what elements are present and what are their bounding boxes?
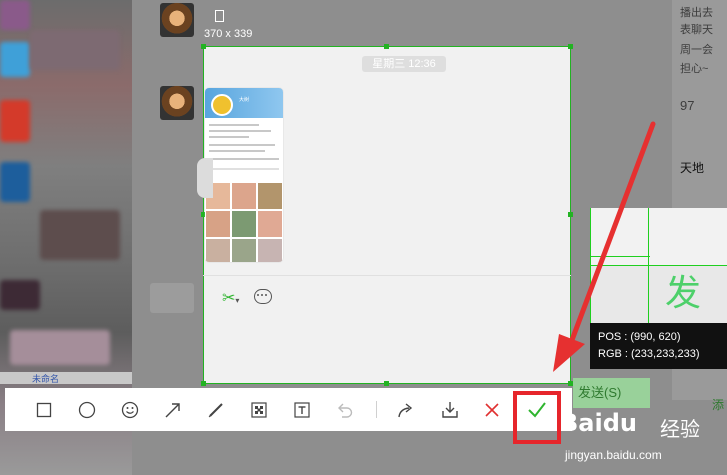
emoji-tool[interactable]	[114, 388, 146, 431]
text-tool[interactable]	[286, 388, 318, 431]
right-text-3: 周一会	[680, 44, 713, 56]
photo-thumb	[232, 183, 256, 209]
photo-thumb	[258, 183, 282, 209]
screenshot-toolbar	[5, 388, 572, 431]
text-icon	[294, 401, 310, 418]
right-text-5: 97	[680, 98, 695, 113]
right-text-1: 播出去	[680, 7, 713, 19]
smiley-icon	[121, 401, 139, 418]
image-message[interactable]: 大树	[205, 88, 283, 262]
blurred-message	[150, 283, 194, 313]
photo-thumb	[206, 239, 230, 262]
phone-name: 大树	[239, 97, 250, 103]
taskbar-label: 未命名	[32, 374, 60, 384]
phone-text-line	[209, 124, 259, 126]
undo-button[interactable]	[329, 388, 361, 431]
annotation-arrow-icon	[553, 121, 656, 372]
confirm-highlight-box	[513, 391, 561, 444]
scissors-icon[interactable]: ✂▾	[222, 288, 239, 308]
cancel-button[interactable]	[476, 388, 508, 431]
avatar[interactable]	[160, 86, 194, 120]
photo-thumb	[258, 211, 282, 237]
watermark-service: 经验	[660, 419, 700, 441]
photo-thumb	[206, 211, 230, 237]
resize-handle-n[interactable]	[384, 44, 389, 49]
phone-text-line	[209, 130, 271, 132]
resize-handle-sw[interactable]	[201, 381, 206, 386]
input-divider	[203, 275, 571, 276]
phone-text-line	[209, 136, 249, 138]
photo-thumb	[232, 211, 256, 237]
phone-text-line	[209, 168, 279, 170]
download-button[interactable]	[434, 388, 466, 431]
selection-size-label: 370 x 339	[204, 28, 253, 40]
photo-thumb	[258, 239, 282, 262]
arrow-tool[interactable]	[157, 388, 189, 431]
right-text-4: 担心~	[680, 63, 709, 75]
undo-icon	[338, 403, 353, 418]
square-icon	[36, 402, 52, 417]
phone-text-line	[209, 144, 275, 146]
resize-handle-s[interactable]	[384, 381, 389, 386]
right-text-2: 表聊天	[680, 24, 713, 36]
rectangle-tool[interactable]	[28, 388, 60, 431]
watermark-brand: Baidu	[560, 409, 637, 437]
magnified-glyph: 发	[665, 273, 701, 314]
pen-icon	[208, 402, 223, 417]
taskbar-strip	[0, 372, 132, 384]
close-icon	[485, 402, 499, 417]
chat-bubble-icon[interactable]	[254, 289, 272, 304]
mosaic-tool[interactable]	[243, 388, 275, 431]
arrow-icon	[165, 402, 180, 417]
download-icon	[442, 401, 458, 418]
share-icon	[398, 402, 413, 417]
phone-text-line	[209, 150, 265, 152]
square-glyph	[215, 10, 224, 22]
message-timestamp: 星期三 12:36	[362, 56, 446, 72]
ellipse-tool[interactable]	[71, 388, 103, 431]
pen-tool[interactable]	[200, 388, 232, 431]
avatar[interactable]	[160, 3, 194, 37]
phone-avatar	[211, 94, 233, 116]
share-button[interactable]	[390, 388, 422, 431]
mosaic-icon	[251, 401, 267, 418]
baidu-watermark: Baidu 经验 jingyan.baidu.com	[560, 393, 727, 475]
resize-handle-ne[interactable]	[568, 44, 573, 49]
watermark-url: jingyan.baidu.com	[565, 448, 662, 462]
phone-text-line	[209, 158, 279, 160]
chat-bubble-edge	[197, 158, 213, 198]
photo-thumb	[232, 239, 256, 262]
toolbar-divider	[376, 401, 377, 418]
circle-icon	[78, 401, 96, 418]
right-text-6: 天地	[680, 161, 705, 175]
resize-handle-nw[interactable]	[201, 44, 206, 49]
